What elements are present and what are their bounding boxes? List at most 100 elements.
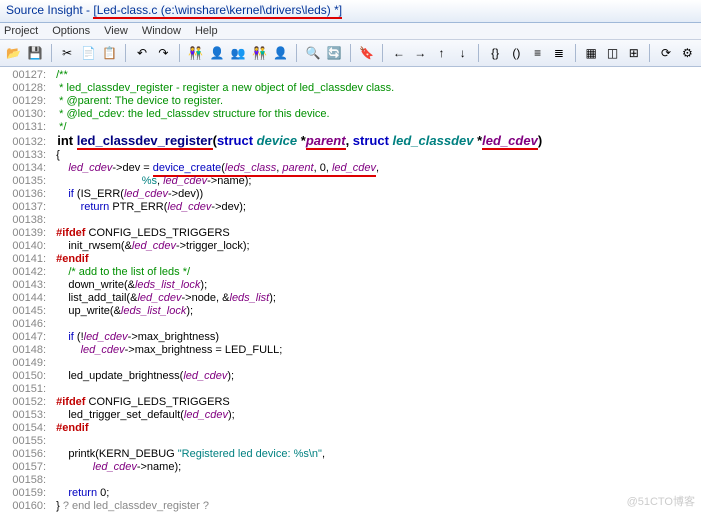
line-number: 00148 — [4, 344, 46, 357]
code-line-00145[interactable]: 00145 up_write(&leds_list_lock); — [4, 305, 701, 318]
win3-button[interactable]: ⊞ — [624, 43, 643, 63]
code-line-00143[interactable]: 00143 down_write(&leds_list_lock); — [4, 279, 701, 292]
nav1-button[interactable]: 👫 — [186, 43, 205, 63]
bookmark-button[interactable]: 🔖 — [357, 43, 376, 63]
line-number: 00140 — [4, 240, 46, 253]
line-number: 00143 — [4, 279, 46, 292]
titlebar: Source Insight - [Led-class.c (e:\winsha… — [0, 0, 701, 23]
line-number: 00131 — [4, 121, 46, 134]
code-line-00155[interactable]: 00155 — [4, 435, 701, 448]
cfg-button[interactable]: ⚙ — [678, 43, 697, 63]
copy-button[interactable]: 📄 — [79, 43, 98, 63]
watermark: @51CTO博客 — [627, 493, 695, 509]
separator — [478, 44, 479, 62]
win1-button[interactable]: ▦ — [582, 43, 601, 63]
sym3-button[interactable]: ≡ — [528, 43, 547, 63]
line-number: 00137 — [4, 201, 46, 214]
line-number: 00138 — [4, 214, 46, 227]
code-line-00147[interactable]: 00147 if (!led_cdev->max_brightness) — [4, 331, 701, 344]
toolbar: 📂💾✂📄📋↶↷👫👤👥👫👤🔍🔄🔖←→↑↓{}()≡≣▦◫⊞⟳⚙ — [0, 40, 701, 67]
code-line-00134[interactable]: 00134 led_cdev->dev = device_create(leds… — [4, 162, 701, 175]
menu-help[interactable]: Help — [195, 25, 218, 37]
nav3-button[interactable]: 👥 — [229, 43, 248, 63]
code-line-00130[interactable]: 00130 * @led_cdev: the led_classdev stru… — [4, 108, 701, 121]
sym2-button[interactable]: () — [507, 43, 526, 63]
paste-button[interactable]: 📋 — [100, 43, 119, 63]
menu-window[interactable]: Window — [142, 25, 181, 37]
line-number: 00127 — [4, 69, 46, 82]
sym1-button[interactable]: {} — [485, 43, 504, 63]
line-number: 00132 — [4, 136, 46, 149]
line-number: 00157 — [4, 461, 46, 474]
code-editor[interactable]: 00127 /**00128 * led_classdev_register -… — [0, 67, 701, 513]
code-line-00146[interactable]: 00146 — [4, 318, 701, 331]
line-number: 00133 — [4, 149, 46, 162]
menu-project[interactable]: Project — [4, 25, 38, 37]
code-line-00159[interactable]: 00159 return 0; — [4, 487, 701, 500]
separator — [51, 44, 52, 62]
code-line-00138[interactable]: 00138 — [4, 214, 701, 227]
line-number: 00129 — [4, 95, 46, 108]
code-line-00144[interactable]: 00144 list_add_tail(&led_cdev->node, &le… — [4, 292, 701, 305]
code-line-00139[interactable]: 00139 #ifdef CONFIG_LEDS_TRIGGERS — [4, 227, 701, 240]
cut-button[interactable]: ✂ — [58, 43, 77, 63]
code-line-00158[interactable]: 00158 — [4, 474, 701, 487]
separator — [125, 44, 126, 62]
code-line-00151[interactable]: 00151 — [4, 383, 701, 396]
line-number: 00153 — [4, 409, 46, 422]
nav2-button[interactable]: 👤 — [207, 43, 226, 63]
line-number: 00160 — [4, 500, 46, 513]
separator — [649, 44, 650, 62]
code-line-00137[interactable]: 00137 return PTR_ERR(led_cdev->dev); — [4, 201, 701, 214]
separator — [382, 44, 383, 62]
code-line-00152[interactable]: 00152 #ifdef CONFIG_LEDS_TRIGGERS — [4, 396, 701, 409]
line-number: 00155 — [4, 435, 46, 448]
code-line-00156[interactable]: 00156 printk(KERN_DEBUG "Registered led … — [4, 448, 701, 461]
find-button[interactable]: 🔍 — [303, 43, 322, 63]
menubar: Project Options View Window Help — [0, 23, 701, 40]
save-button[interactable]: 💾 — [25, 43, 44, 63]
fwd-button[interactable]: → — [411, 43, 430, 63]
code-line-00154[interactable]: 00154 #endif — [4, 422, 701, 435]
code-line-00128[interactable]: 00128 * led_classdev_register - register… — [4, 82, 701, 95]
line-number: 00154 — [4, 422, 46, 435]
line-number: 00146 — [4, 318, 46, 331]
nav5-button[interactable]: 👤 — [271, 43, 290, 63]
line-number: 00159 — [4, 487, 46, 500]
code-line-00149[interactable]: 00149 — [4, 357, 701, 370]
line-number: 00144 — [4, 292, 46, 305]
replace-button[interactable]: 🔄 — [325, 43, 344, 63]
separator — [575, 44, 576, 62]
menu-options[interactable]: Options — [52, 25, 90, 37]
code-line-00133[interactable]: 00133 { — [4, 149, 701, 162]
separator — [350, 44, 351, 62]
back-button[interactable]: ← — [389, 43, 408, 63]
menu-view[interactable]: View — [104, 25, 128, 37]
line-number: 00130 — [4, 108, 46, 121]
code-line-00129[interactable]: 00129 * @parent: The device to register. — [4, 95, 701, 108]
code-line-00150[interactable]: 00150 led_update_brightness(led_cdev); — [4, 370, 701, 383]
code-line-00148[interactable]: 00148 led_cdev->max_brightness = LED_FUL… — [4, 344, 701, 357]
nav4-button[interactable]: 👫 — [250, 43, 269, 63]
win2-button[interactable]: ◫ — [603, 43, 622, 63]
line-number: 00145 — [4, 305, 46, 318]
code-line-00136[interactable]: 00136 if (IS_ERR(led_cdev->dev)) — [4, 188, 701, 201]
sym4-button[interactable]: ≣ — [549, 43, 568, 63]
down-button[interactable]: ↓ — [453, 43, 472, 63]
code-line-00160[interactable]: 00160 } ? end led_classdev_register ? — [4, 500, 701, 513]
code-line-00157[interactable]: 00157 led_cdev->name); — [4, 461, 701, 474]
code-line-00140[interactable]: 00140 init_rwsem(&led_cdev->trigger_lock… — [4, 240, 701, 253]
open-button[interactable]: 📂 — [4, 43, 23, 63]
line-number: 00158 — [4, 474, 46, 487]
line-number: 00152 — [4, 396, 46, 409]
code-line-00127[interactable]: 00127 /** — [4, 69, 701, 82]
sync-button[interactable]: ⟳ — [656, 43, 675, 63]
code-line-00142[interactable]: 00142 /* add to the list of leds */ — [4, 266, 701, 279]
up-button[interactable]: ↑ — [432, 43, 451, 63]
code-line-00141[interactable]: 00141 #endif — [4, 253, 701, 266]
code-line-00132[interactable]: 00132 int led_classdev_register(struct d… — [4, 134, 701, 149]
undo-button[interactable]: ↶ — [132, 43, 151, 63]
code-line-00153[interactable]: 00153 led_trigger_set_default(led_cdev); — [4, 409, 701, 422]
redo-button[interactable]: ↷ — [154, 43, 173, 63]
separator — [179, 44, 180, 62]
